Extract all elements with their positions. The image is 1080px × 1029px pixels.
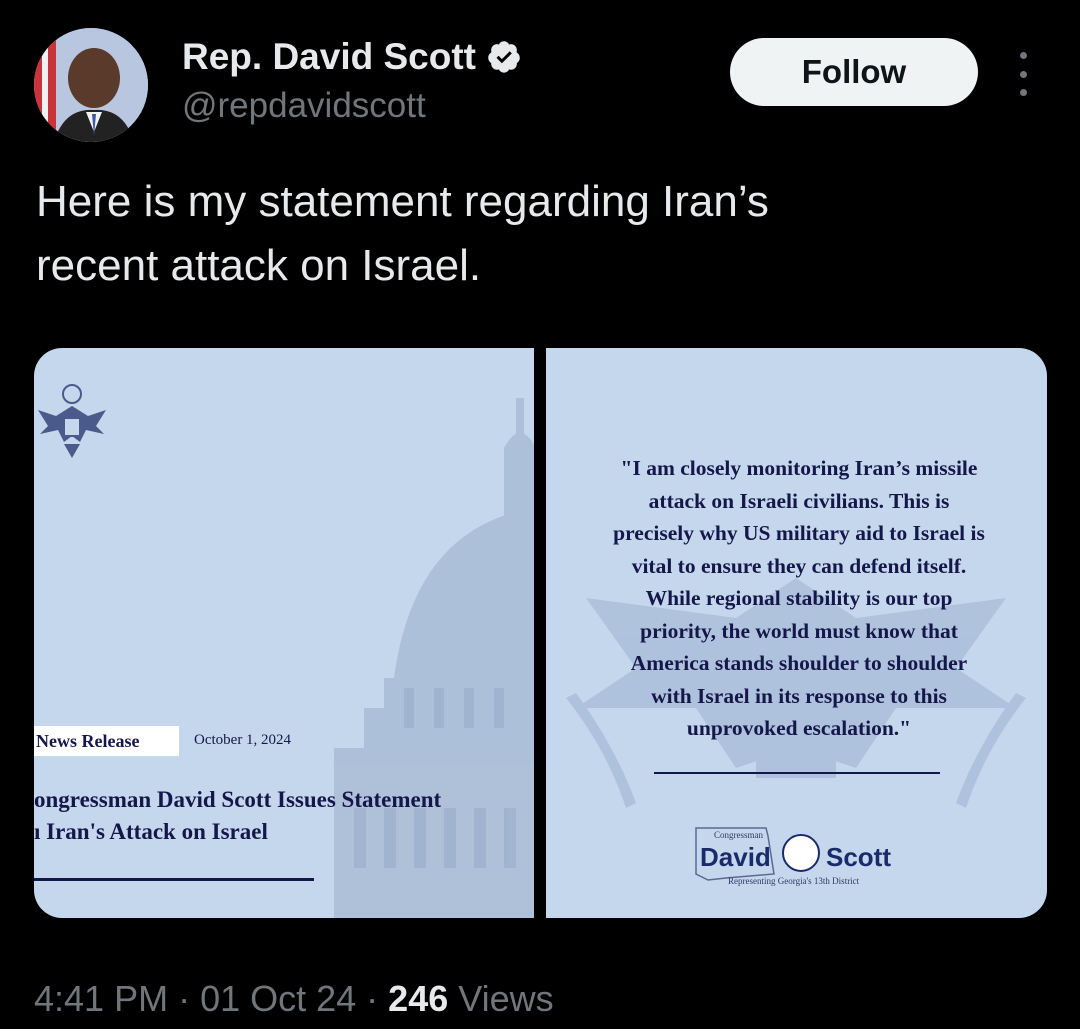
release-title: ongressman David Scott Issues Statement … (34, 784, 534, 848)
congressman-logo: Congressman David Scott Representing Geo… (686, 824, 926, 894)
quote-line: vital to ensure they can defend itself. (631, 553, 967, 578)
quote-line: While regional stability is our top (645, 586, 953, 610)
quote-line: unprovoked escalation." (686, 716, 912, 740)
quote-line: precisely why US military aid to Israel … (613, 521, 985, 545)
views-count: 246 (388, 978, 449, 1019)
release-title-line: ongressman David Scott Issues Statement (34, 787, 442, 812)
more-options-icon[interactable] (1010, 52, 1036, 96)
release-title-line: ı Iran's Attack on Israel (34, 819, 268, 844)
media-image-news-release[interactable]: News Release October 1, 2024 ongressman … (34, 348, 534, 918)
tweet-meta: 4:41 PM · 01 Oct 24 · 246 Views (34, 978, 554, 1020)
logo-congressman: Congressman (714, 830, 763, 840)
follow-button[interactable]: Follow (730, 38, 978, 106)
house-seal-icon (782, 834, 820, 872)
meta-separator: · (366, 978, 379, 1019)
quote-line: America stands shoulder to shoulder (630, 651, 968, 675)
author-handle[interactable]: @repdavidscott (182, 86, 426, 126)
divider (654, 772, 940, 774)
tweet-time[interactable]: 4:41 PM (34, 978, 168, 1020)
views-label: Views (458, 978, 554, 1019)
avatar-photo (34, 28, 148, 142)
logo-tagline: Representing Georgia's 13th District (728, 876, 860, 886)
divider (34, 878, 314, 881)
meta-separator: · (178, 978, 191, 1019)
news-release-date: October 1, 2024 (194, 732, 292, 748)
quote-line: priority, the world must know that (640, 618, 958, 643)
verified-badge-icon (488, 41, 520, 73)
statement-quote: "I am closely monitoring Iran’s missile … (564, 452, 1034, 745)
eagle-seal-icon (38, 384, 106, 458)
quote-line: with Israel in its response to this (651, 683, 947, 708)
tweet-text-line: Here is my statement regarding Iran’s (36, 177, 769, 226)
logo-first-name: David (700, 842, 771, 872)
tweet-text-line: recent attack on Israel. (36, 241, 482, 290)
logo-last-name: Scott (826, 842, 891, 872)
tweet-text: Here is my statement regarding Iran’s re… (36, 170, 1036, 298)
author-name[interactable]: Rep. David Scott (182, 36, 476, 78)
media-grid[interactable]: News Release October 1, 2024 ongressman … (34, 348, 1047, 918)
avatar[interactable] (34, 28, 148, 142)
tweet-date[interactable]: 01 Oct 24 (200, 978, 356, 1020)
news-release-label: News Release (34, 726, 179, 756)
media-image-quote[interactable]: "I am closely monitoring Iran’s missile … (546, 348, 1047, 918)
quote-line: attack on Israeli civilians. This is (648, 488, 950, 513)
quote-line: "I am closely monitoring Iran’s missile (620, 456, 978, 480)
